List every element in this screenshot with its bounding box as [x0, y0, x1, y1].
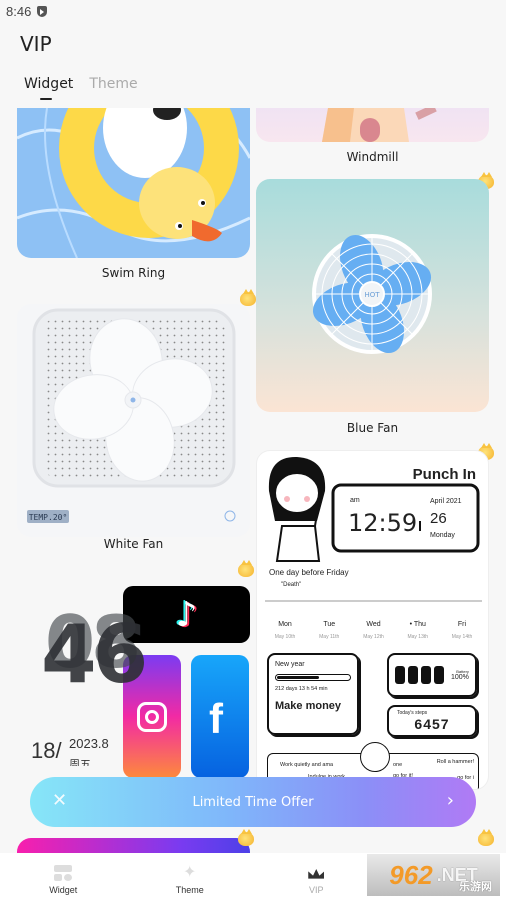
punch-in-bubble: "Death" — [281, 582, 302, 588]
nav-item-widget[interactable]: Widget — [0, 853, 127, 899]
watermark-cn: 乐游网 — [459, 881, 492, 893]
nav-item-vip[interactable]: VIP — [253, 853, 380, 899]
nav-label: Widget — [49, 885, 78, 895]
countdown-box: New year 212 days 13 h 54 min Make money — [267, 653, 359, 735]
punch-in-ampm: am — [350, 497, 360, 504]
watermark-number: 962 — [389, 859, 433, 890]
vip-crown-badge-icon — [240, 289, 256, 306]
clock-weekday: 周五 — [69, 759, 91, 766]
clock-year-month: 2023.8 — [69, 736, 109, 751]
punch-in-weekday: Monday — [430, 532, 455, 539]
tab-widget[interactable]: Widget — [24, 76, 73, 100]
day-date: May 12th — [363, 634, 384, 640]
watermark-logo: 962 .NET 乐游网 — [367, 854, 500, 896]
vip-crown-badge-icon — [238, 829, 254, 846]
day-date: May 11th — [319, 634, 340, 640]
facebook-app-icon[interactable]: f — [191, 655, 249, 778]
day-name: Mon — [278, 621, 292, 628]
tab-bar: Widget Theme — [24, 76, 138, 100]
widget-grid-icon — [54, 865, 73, 881]
status-time: 8:46 — [6, 3, 32, 19]
punch-in-month-year: April 2021 — [430, 498, 462, 505]
offer-label: Limited Time Offer — [192, 794, 314, 810]
widget-card-blue-fan[interactable]: HOT — [256, 179, 489, 412]
widget-card-punch-in[interactable]: Punch In am 12:59 April 2021 26 Monday O… — [256, 450, 489, 790]
day-date: May 13th — [407, 634, 429, 640]
vip-crown-badge-icon — [238, 560, 254, 577]
swim-ring-illustration — [17, 108, 250, 258]
steps-box: Today's steps 6457 — [387, 705, 477, 737]
crown-icon — [308, 869, 325, 879]
clock-minute-front: 46 — [41, 608, 148, 701]
day-date: May 14th — [451, 634, 473, 640]
limited-offer-banner[interactable]: ✕ Limited Time Offer › — [30, 777, 476, 827]
punch-in-subtitle: One day before Friday — [269, 568, 349, 577]
girl-avatar-icon — [360, 742, 390, 772]
blue-fan-illustration: HOT — [312, 234, 432, 354]
white-fan-illustration: TEMP.20° — [27, 308, 236, 523]
clock-date: 18/ — [31, 738, 62, 763]
status-bar: 8:46 — [0, 0, 506, 22]
tab-theme[interactable]: Theme — [89, 76, 137, 92]
blue-fan-hot-text: HOT — [364, 291, 380, 299]
nav-item-theme[interactable]: ✦ Theme — [127, 853, 254, 899]
widget-label-white-fan: White Fan — [103, 537, 164, 551]
punch-in-title: Punch In — [412, 466, 476, 483]
widget-label-windmill: Windmill — [346, 150, 399, 164]
close-icon[interactable]: ✕ — [52, 790, 67, 811]
nav-label: Theme — [175, 885, 204, 895]
day-name: Fri — [457, 621, 467, 628]
battery-box: Battery 100% — [387, 653, 477, 697]
widget-card-gradient[interactable] — [17, 838, 250, 853]
day-name: Wed — [366, 621, 381, 628]
windmill-illustration — [322, 108, 437, 142]
punch-in-clock: 12:59 — [348, 509, 418, 537]
punch-in-week-row: Mon May 10th Tue May 11th Wed May 12th • Th… — [265, 621, 482, 640]
day-name: Tue — [323, 621, 336, 628]
page-title: VIP — [20, 32, 52, 56]
widget-card-swim-ring[interactable] — [17, 108, 250, 258]
play-protect-icon — [37, 5, 48, 17]
nav-label: VIP — [308, 885, 324, 895]
countdown-text: 212 days 13 h 54 min — [275, 686, 328, 692]
motto-text: Make money — [275, 700, 342, 712]
battery-value: 100% — [451, 674, 469, 681]
vip-crown-badge-icon — [478, 829, 494, 846]
widget-card-windmill[interactable] — [256, 108, 489, 142]
day-date: May 10th — [274, 634, 296, 640]
day-name: • Thu — [409, 621, 426, 628]
white-fan-temp-badge: TEMP.20° — [29, 513, 68, 522]
steps-value: 6457 — [414, 716, 450, 732]
widget-label-blue-fan: Blue Fan — [346, 421, 399, 435]
widget-card-social-clock[interactable]: ♪ f 08 46 18/ 2023.8 周五 — [17, 578, 250, 808]
countdown-progress-bar — [277, 676, 319, 679]
countdown-title: New year — [275, 661, 305, 668]
chevron-right-icon[interactable]: › — [447, 790, 454, 811]
punch-in-day: 26 — [430, 510, 447, 527]
sparkle-icon: ✦ — [183, 864, 197, 881]
widget-label-swim-ring: Swim Ring — [101, 266, 166, 280]
widget-grid[interactable]: Swim Ring Windmill HOT Blue Fan TEMP.20°… — [0, 108, 506, 853]
widget-card-white-fan[interactable]: TEMP.20° — [17, 304, 250, 537]
